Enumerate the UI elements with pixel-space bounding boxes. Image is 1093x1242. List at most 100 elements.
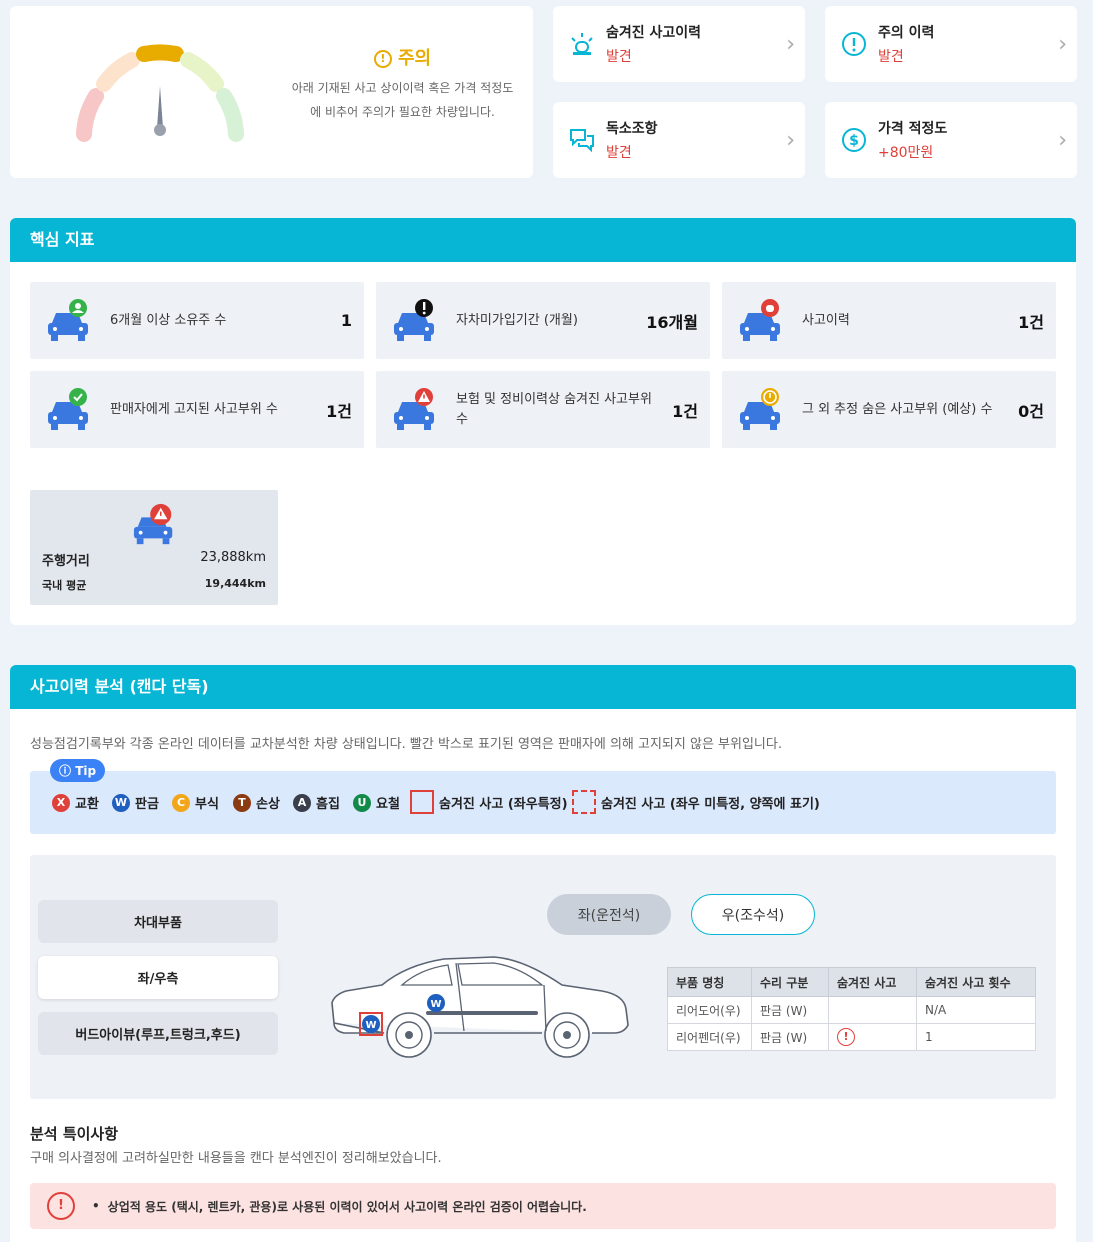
notes-description: 구매 의사결정에 고려하실만한 내용들을 캔다 분석엔진이 정리해보았습니다. (30, 1151, 442, 1166)
caution-icon (842, 32, 866, 56)
hidden-warning-icon: ! (837, 1028, 855, 1046)
tab-frame-parts[interactable]: 차대부품 (38, 900, 278, 943)
cell-count: N/A (916, 996, 1036, 1024)
status-value: +80만원 (878, 145, 934, 161)
indicator-value: 1 (340, 311, 352, 330)
mileage-value: 23,888km (200, 550, 266, 565)
legend-box: ⓘ Tip X 교환 W 판금 C 부식 T 손상 A 흠집 U 요철 숨겨진 사고 (좌우… (30, 759, 1056, 834)
status-value: 발견 (606, 145, 632, 161)
accident-analysis-section: 사고이력 분석 (캔다 단독) 성능점검기록부와 각종 온라인 데이터를 교차분… (10, 665, 1076, 1242)
warning-text: • 상업적 용도 (택시, 렌트카, 관용)로 사용된 이력이 있어서 사고이력 … (92, 1199, 587, 1214)
repair-table: 부품 명칭 수리 구분 숨겨진 사고 숨겨진 사고 횟수 리어도어(우) 판금 … (667, 967, 1036, 1051)
legend-item: U 요철 (353, 793, 400, 812)
indicator-value: 1건 (326, 401, 352, 421)
tab-birdseye[interactable]: 버드아이뷰(루프,트렁크,후드) (38, 1012, 278, 1055)
status-value: 발견 (606, 49, 632, 65)
legend-item: X 교환 (52, 793, 99, 812)
indicator-value: 1건 (672, 401, 698, 421)
status-card-caution-history[interactable]: 주의 이력 발견 › (825, 6, 1077, 82)
status-card-price[interactable]: $ 가격 적정도 +80만원 › (825, 102, 1077, 178)
legend-hidden-dashed: 숨겨진 사고 (좌우 미특정, 양쪽에 표기) (572, 790, 820, 814)
chat-icon (570, 129, 594, 153)
table-header: 수리 구분 (751, 967, 829, 997)
warning-box: ! • 상업적 용도 (택시, 렌트카, 관용)로 사용된 이력이 있어서 사고이… (30, 1183, 1056, 1229)
mileage-avg-label: 국내 평균 (42, 579, 87, 592)
mileage-label: 주행거리 (42, 554, 90, 569)
status-label: 가격 적정도 (878, 121, 948, 137)
indicator-label: 6개월 이상 소유주 수 (110, 312, 227, 328)
car-check-badge-icon (48, 388, 88, 430)
cell-hidden (828, 996, 917, 1024)
indicator-value: 0건 (1018, 401, 1044, 421)
legend-hidden-solid: 숨겨진 사고 (좌우특정) (410, 790, 568, 814)
side-left-button[interactable]: 좌(운전석) (547, 894, 671, 935)
indicator-label: 자차미가입기간 (개월) (456, 312, 578, 328)
table-header: 부품 명칭 (667, 967, 752, 997)
legend-item: A 흠집 (293, 793, 340, 812)
cell-count: 1 (916, 1023, 1036, 1051)
table-row: 리어도어(우) 판금 (W) N/A (667, 996, 1036, 1024)
part-view-panel: 차대부품 좌/우측 버드아이뷰(루프,트렁크,후드) 좌(운전석) 우(조수석)… (30, 855, 1056, 1099)
cell-part: 리어도어(우) (667, 996, 752, 1024)
indicator-uninsured-period: 자차미가입기간 (개월) 16개월 (376, 282, 710, 359)
cell-repair: 판금 (W) (751, 1023, 829, 1051)
accident-description: 성능점검기록부와 각종 온라인 데이터를 교차분석한 차량 상태입니다. 빨간 … (30, 737, 782, 752)
table-header: 숨겨진 사고 횟수 (916, 967, 1036, 997)
status-label: 숨겨진 사고이력 (606, 25, 702, 41)
car-side-diagram: W W (331, 956, 629, 1058)
indicator-label: 보험 및 정비이력상 숨겨진 사고부위 수 (456, 391, 652, 427)
cell-part: 리어펜더(우) (667, 1023, 752, 1051)
side-right-button[interactable]: 우(조수석) (691, 894, 815, 935)
indicator-label: 그 외 추정 숨은 사고부위 (예상) 수 (802, 401, 993, 417)
status-value: 발견 (878, 49, 904, 65)
status-card-hidden-accident[interactable]: 숨겨진 사고이력 발견 › (553, 6, 805, 82)
cell-hidden: ! (828, 1023, 917, 1051)
car-user-badge-icon (48, 299, 88, 341)
status-card-toxic-clause[interactable]: 독소조항 발견 › (553, 102, 805, 178)
indicator-estimated-hidden: 그 외 추정 숨은 사고부위 (예상) 수 0건 (722, 371, 1056, 448)
chevron-right-icon: › (786, 32, 795, 57)
tab-left-right[interactable]: 좌/우측 (38, 956, 278, 999)
svg-text:$: $ (849, 133, 859, 149)
status-label: 독소조항 (606, 121, 658, 137)
caution-icon: ! (373, 50, 392, 68)
car-mark-rear-fender: W (365, 1020, 376, 1031)
car-warning-badge-icon (394, 388, 434, 430)
mileage-card: 주행거리 23,888km 국내 평균 19,444km (30, 490, 278, 605)
chevron-right-icon: › (1058, 128, 1067, 153)
siren-icon (571, 33, 593, 55)
indicator-label: 사고이력 (802, 312, 850, 328)
mileage-avg-value: 19,444km (204, 577, 266, 590)
info-icon: ⓘ (59, 764, 76, 778)
indicator-disclosed-parts: 판매자에게 고지된 사고부위 수 1건 (30, 371, 364, 448)
car-caution-badge-icon (740, 388, 780, 430)
car-mark-rear-door: W (430, 999, 441, 1010)
car-warning-badge-icon (133, 503, 173, 545)
indicator-accident-history: 사고이력 1건 (722, 282, 1056, 359)
indicator-hidden-parts: 보험 및 정비이력상 숨겨진 사고부위 수 1건 (376, 371, 710, 448)
car-siren-badge-icon (740, 299, 780, 341)
dashed-box-icon (572, 790, 596, 814)
core-indicators-section: 핵심 지표 6개월 이상 소유주 수 1 자차미가입기간 (개월) 16개월 사… (10, 218, 1076, 625)
legend-item: C 부식 (172, 793, 219, 812)
risk-gauge (76, 44, 244, 142)
tip-badge: ⓘ Tip (50, 759, 106, 782)
indicator-value: 16개월 (646, 312, 698, 332)
section-title: 사고이력 분석 (캔다 단독) (10, 665, 1076, 709)
indicator-value: 1건 (1018, 312, 1044, 332)
verdict-card: ! 주의 아래 기재된 사고 상이이력 혹은 가격 적정도에 비추어 주의가 필요… (10, 6, 533, 178)
notes-title: 분석 특이사항 (30, 1125, 119, 1143)
indicator-label: 판매자에게 고지된 사고부위 수 (110, 401, 278, 417)
car-exclamation-badge-icon (394, 299, 434, 341)
cell-repair: 판금 (W) (751, 996, 829, 1024)
verdict-title: ! 주의 (300, 44, 505, 70)
warning-icon: ! (47, 1192, 75, 1220)
solid-box-icon (410, 790, 434, 814)
chevron-right-icon: › (1058, 32, 1067, 57)
table-row: 리어펜더(우) 판금 (W) ! 1 (667, 1023, 1036, 1051)
chevron-right-icon: › (786, 128, 795, 153)
status-label: 주의 이력 (878, 25, 935, 41)
legend-item: T 손상 (233, 793, 280, 812)
indicator-owners: 6개월 이상 소유주 수 1 (30, 282, 364, 359)
section-title: 핵심 지표 (10, 218, 1076, 262)
